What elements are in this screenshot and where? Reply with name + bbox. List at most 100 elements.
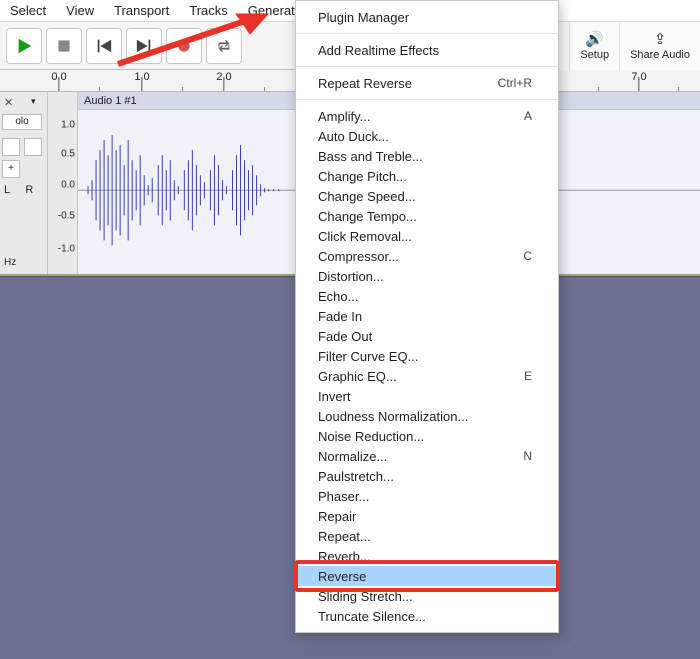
audio-setup-button[interactable]: 🔊 Setup <box>570 22 620 70</box>
menu-item-label: Graphic EQ... <box>318 369 397 384</box>
menu-item-label: Paulstretch... <box>318 469 394 484</box>
effect-menu-item-click-removal[interactable]: Click Removal... <box>296 226 558 246</box>
menu-item-label: Truncate Silence... <box>318 609 426 624</box>
menu-item-label: Amplify... <box>318 109 371 124</box>
amplitude-scale: 1.0 0.5 0.0 -0.5 -1.0 <box>48 92 78 274</box>
record-icon <box>176 38 192 54</box>
loop-icon <box>215 37 233 55</box>
effect-menu-item-reverb[interactable]: Reverb... <box>296 546 558 566</box>
stop-button[interactable] <box>46 28 82 64</box>
skip-start-button[interactable] <box>86 28 122 64</box>
stop-icon <box>56 38 72 54</box>
effect-menu-item-add-realtime-effects[interactable]: Add Realtime Effects <box>296 40 558 60</box>
menu-item-label: Invert <box>318 389 351 404</box>
menu-item-label: Change Pitch... <box>318 169 407 184</box>
pan-right-label: R <box>25 184 33 196</box>
effect-menu-item-sliding-stretch[interactable]: Sliding Stretch... <box>296 586 558 606</box>
track-effects-button[interactable] <box>24 138 42 156</box>
effect-menu-item-paulstretch[interactable]: Paulstretch... <box>296 466 558 486</box>
menu-item-label: Change Speed... <box>318 189 416 204</box>
skip-start-icon <box>95 37 113 55</box>
loop-button[interactable] <box>206 28 242 64</box>
menu-item-shortcut: A <box>524 109 536 123</box>
menu-select[interactable]: Select <box>0 1 56 20</box>
share-icon: ⇪ <box>654 32 667 47</box>
effect-menu-item-invert[interactable]: Invert <box>296 386 558 406</box>
track-menu-chevron-icon[interactable]: ▾ <box>31 96 43 106</box>
speaker-icon: 🔊 <box>585 32 604 47</box>
effect-menu-dropdown: Plugin Manager Add Realtime Effects Repeat… <box>295 0 559 633</box>
effect-menu-item-repair[interactable]: Repair <box>296 506 558 526</box>
share-audio-button[interactable]: ⇪ Share Audio <box>620 22 700 70</box>
track-control-panel[interactable]: ✕ ▾ olo + L R Hz <box>0 92 48 274</box>
menu-item-label: Add Realtime Effects <box>318 43 439 58</box>
menu-tracks[interactable]: Tracks <box>179 1 238 20</box>
effect-menu-item-amplify[interactable]: Amplify... A <box>296 106 558 126</box>
effect-menu-item-fade-out[interactable]: Fade Out <box>296 326 558 346</box>
skip-end-button[interactable] <box>126 28 162 64</box>
effect-menu-item-reverse[interactable]: Reverse <box>296 566 558 586</box>
menu-item-label: Filter Curve EQ... <box>318 349 418 364</box>
effect-menu-item-echo[interactable]: Echo... <box>296 286 558 306</box>
menu-item-label: Repeat Reverse <box>318 76 412 91</box>
db-label: -1.0 <box>58 243 75 254</box>
effect-menu-item-change-tempo[interactable]: Change Tempo... <box>296 206 558 226</box>
setup-label: Setup <box>580 49 609 61</box>
play-button[interactable] <box>6 28 42 64</box>
record-button[interactable] <box>166 28 202 64</box>
effect-menu-item-change-pitch[interactable]: Change Pitch... <box>296 166 558 186</box>
effect-menu-item-fade-in[interactable]: Fade In <box>296 306 558 326</box>
effect-menu-item-phaser[interactable]: Phaser... <box>296 486 558 506</box>
effect-menu-item-normalize[interactable]: Normalize...N <box>296 446 558 466</box>
db-label: 1.0 <box>61 119 75 130</box>
menu-item-label: Distortion... <box>318 269 384 284</box>
menu-item-label: Normalize... <box>318 449 387 464</box>
menu-item-label: Reverb... <box>318 549 371 564</box>
effect-menu-item-change-speed[interactable]: Change Speed... <box>296 186 558 206</box>
ruler-tick-label: 1.0 <box>132 70 149 83</box>
plus-button[interactable]: + <box>2 160 20 178</box>
db-label: 0.0 <box>61 179 75 190</box>
track-close-button[interactable]: ✕ <box>4 96 16 108</box>
menu-item-shortcut: C <box>523 249 536 263</box>
effect-menu-item-compressor[interactable]: Compressor... C <box>296 246 558 266</box>
menu-item-shortcut: Ctrl+R <box>498 76 536 90</box>
menu-item-label: Plugin Manager <box>318 10 409 25</box>
ruler-tick-label: 0.0 <box>49 70 66 83</box>
effect-menu-item-bass-and-treble[interactable]: Bass and Treble... <box>296 146 558 166</box>
menu-item-shortcut: E <box>524 369 536 383</box>
transport-controls <box>0 28 248 64</box>
menu-item-label: Reverse <box>318 569 366 584</box>
effect-menu-item-repeat-reverse[interactable]: Repeat Reverse Ctrl+R <box>296 73 558 93</box>
menu-item-label: Compressor... <box>318 249 399 264</box>
menu-item-label: Repair <box>318 509 356 524</box>
menu-item-label: Fade In <box>318 309 362 324</box>
solo-button[interactable]: olo <box>2 114 42 130</box>
db-label: -0.5 <box>58 210 75 221</box>
menu-item-label: Click Removal... <box>318 229 412 244</box>
pan-left-label: L <box>4 184 10 196</box>
menu-transport[interactable]: Transport <box>104 1 179 20</box>
effect-menu-item-plugin-manager[interactable]: Plugin Manager <box>296 7 558 27</box>
effect-menu-item-graphic-eq[interactable]: Graphic EQ... E <box>296 366 558 386</box>
menu-view[interactable]: View <box>56 1 104 20</box>
effect-menu-item-filter-curve-eq[interactable]: Filter Curve EQ... <box>296 346 558 366</box>
effect-menu-item-auto-duck[interactable]: Auto Duck... <box>296 126 558 146</box>
menu-item-label: Phaser... <box>318 489 369 504</box>
menu-item-label: Loudness Normalization... <box>318 409 468 424</box>
menu-item-label: Echo... <box>318 289 358 304</box>
menu-item-label: Auto Duck... <box>318 129 389 144</box>
menu-item-label: Bass and Treble... <box>318 149 423 164</box>
effect-menu-item-loudness-normalization[interactable]: Loudness Normalization... <box>296 406 558 426</box>
effect-menu-item-truncate-silence[interactable]: Truncate Silence... <box>296 606 558 626</box>
mute-button[interactable] <box>2 138 20 156</box>
effect-menu-item-distortion[interactable]: Distortion... <box>296 266 558 286</box>
menu-item-label: Change Tempo... <box>318 209 417 224</box>
sample-rate-label: Hz <box>4 257 16 268</box>
ruler-tick-label: 7.0 <box>629 70 646 83</box>
menu-item-label: Repeat... <box>318 529 371 544</box>
effect-menu-item-noise-reduction[interactable]: Noise Reduction... <box>296 426 558 446</box>
effect-menu-item-repeat[interactable]: Repeat... <box>296 526 558 546</box>
play-icon <box>15 37 33 55</box>
menu-item-label: Fade Out <box>318 329 372 344</box>
